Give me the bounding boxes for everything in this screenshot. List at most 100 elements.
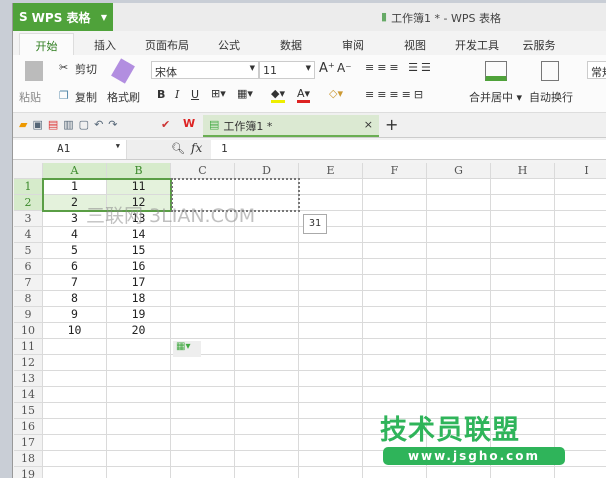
clear-format-icon[interactable]: ◇▾ bbox=[329, 87, 343, 100]
add-tab-button[interactable]: + bbox=[385, 115, 398, 134]
cell-E16[interactable] bbox=[299, 419, 363, 435]
cell-E8[interactable] bbox=[299, 291, 363, 307]
cell-D18[interactable] bbox=[235, 451, 299, 467]
cell-C16[interactable] bbox=[171, 419, 235, 435]
cell-B11[interactable] bbox=[107, 339, 171, 355]
italic-button[interactable]: I bbox=[175, 88, 179, 101]
cell-I5[interactable] bbox=[555, 243, 606, 259]
cell-F19[interactable] bbox=[363, 467, 427, 478]
cell-C15[interactable] bbox=[171, 403, 235, 419]
row-header-17[interactable]: 17 bbox=[14, 435, 43, 451]
tab-3[interactable]: 公式 bbox=[198, 33, 260, 55]
cell-B9[interactable]: 19 bbox=[107, 307, 171, 323]
spreadsheet-grid[interactable]: A B C D E F G H I 1 1 11 2 2 12 3 3 13 4 4 14 5 5 15 6 6 16 7 7 17 8 8 1… bbox=[14, 163, 606, 478]
cell-F12[interactable] bbox=[363, 355, 427, 371]
wps-w-icon[interactable]: W bbox=[183, 117, 195, 130]
row-header-9[interactable]: 9 bbox=[14, 307, 43, 323]
cell-C6[interactable] bbox=[171, 259, 235, 275]
cell-C19[interactable] bbox=[171, 467, 235, 478]
cell-H14[interactable] bbox=[491, 387, 555, 403]
cell-H2[interactable] bbox=[491, 195, 555, 211]
cell-H8[interactable] bbox=[491, 291, 555, 307]
zoom-search-icon[interactable]: 🔍︎ bbox=[171, 142, 185, 155]
wrap-text-button[interactable]: 自动换行 bbox=[529, 89, 573, 105]
cell-A9[interactable]: 9 bbox=[43, 307, 107, 323]
cell-D14[interactable] bbox=[235, 387, 299, 403]
row-header-19[interactable]: 19 bbox=[14, 467, 43, 478]
row-header-13[interactable]: 13 bbox=[14, 371, 43, 387]
cell-H11[interactable] bbox=[491, 339, 555, 355]
row-header-7[interactable]: 7 bbox=[14, 275, 43, 291]
cell-C7[interactable] bbox=[171, 275, 235, 291]
cell-C5[interactable] bbox=[171, 243, 235, 259]
row-header-10[interactable]: 10 bbox=[14, 323, 43, 339]
font-name-select[interactable]: 宋体 ▼ bbox=[151, 61, 259, 79]
cell-D12[interactable] bbox=[235, 355, 299, 371]
cell-A19[interactable] bbox=[43, 467, 107, 478]
cell-C14[interactable] bbox=[171, 387, 235, 403]
cell-D16[interactable] bbox=[235, 419, 299, 435]
cell-A16[interactable] bbox=[43, 419, 107, 435]
format-painter-icon[interactable] bbox=[111, 58, 135, 84]
cell-G13[interactable] bbox=[427, 371, 491, 387]
cell-H7[interactable] bbox=[491, 275, 555, 291]
cell-G5[interactable] bbox=[427, 243, 491, 259]
bold-button[interactable]: B bbox=[157, 88, 165, 101]
cell-D10[interactable] bbox=[235, 323, 299, 339]
cell-D7[interactable] bbox=[235, 275, 299, 291]
column-header-B[interactable]: B bbox=[107, 163, 171, 179]
cell-G7[interactable] bbox=[427, 275, 491, 291]
cell-G10[interactable] bbox=[427, 323, 491, 339]
cell-A5[interactable]: 5 bbox=[43, 243, 107, 259]
cell-F3[interactable] bbox=[363, 211, 427, 227]
cell-B7[interactable]: 17 bbox=[107, 275, 171, 291]
cell-A11[interactable] bbox=[43, 339, 107, 355]
cell-C9[interactable] bbox=[171, 307, 235, 323]
cell-E6[interactable] bbox=[299, 259, 363, 275]
cell-B19[interactable] bbox=[107, 467, 171, 478]
tab-1[interactable]: 插入 bbox=[74, 33, 136, 55]
cell-H5[interactable] bbox=[491, 243, 555, 259]
cell-E15[interactable] bbox=[299, 403, 363, 419]
cell-A12[interactable] bbox=[43, 355, 107, 371]
cell-G12[interactable] bbox=[427, 355, 491, 371]
cell-style-icon[interactable]: ▦▾ bbox=[237, 87, 253, 100]
cell-F2[interactable] bbox=[363, 195, 427, 211]
fx-button[interactable]: fx bbox=[191, 141, 202, 155]
cell-D13[interactable] bbox=[235, 371, 299, 387]
tab-7[interactable]: 开发工具 bbox=[446, 33, 508, 55]
customize-icon[interactable]: ✔ bbox=[161, 118, 170, 131]
format-painter-button[interactable]: 格式刷 bbox=[107, 89, 140, 105]
row-header-6[interactable]: 6 bbox=[14, 259, 43, 275]
tab-8[interactable]: 云服务 bbox=[508, 33, 570, 55]
cell-E9[interactable] bbox=[299, 307, 363, 323]
cell-D17[interactable] bbox=[235, 435, 299, 451]
column-header-I[interactable]: I bbox=[555, 163, 606, 179]
cell-B5[interactable]: 15 bbox=[107, 243, 171, 259]
cell-D11[interactable] bbox=[235, 339, 299, 355]
row-header-12[interactable]: 12 bbox=[14, 355, 43, 371]
column-header-A[interactable]: A bbox=[43, 163, 107, 179]
scissors-icon[interactable]: ✂ bbox=[59, 61, 68, 74]
cell-C10[interactable] bbox=[171, 323, 235, 339]
tab-4[interactable]: 数据 bbox=[260, 33, 322, 55]
cell-G2[interactable] bbox=[427, 195, 491, 211]
cell-E18[interactable] bbox=[299, 451, 363, 467]
tab-0[interactable]: 开始 bbox=[19, 33, 74, 55]
cell-B16[interactable] bbox=[107, 419, 171, 435]
border-icon[interactable]: ⊞▾ bbox=[211, 87, 226, 100]
cell-A10[interactable]: 10 bbox=[43, 323, 107, 339]
cell-G14[interactable] bbox=[427, 387, 491, 403]
cell-I7[interactable] bbox=[555, 275, 606, 291]
cell-A4[interactable]: 4 bbox=[43, 227, 107, 243]
cell-B10[interactable]: 20 bbox=[107, 323, 171, 339]
name-box[interactable]: A1 ▼ bbox=[13, 140, 127, 159]
merge-center-button[interactable]: 合并居中 ▾ bbox=[469, 89, 522, 105]
row-header-11[interactable]: 11 bbox=[14, 339, 43, 355]
cell-I13[interactable] bbox=[555, 371, 606, 387]
cell-B8[interactable]: 18 bbox=[107, 291, 171, 307]
cell-B15[interactable] bbox=[107, 403, 171, 419]
cell-I9[interactable] bbox=[555, 307, 606, 323]
cell-I1[interactable] bbox=[555, 179, 606, 195]
cell-D15[interactable] bbox=[235, 403, 299, 419]
